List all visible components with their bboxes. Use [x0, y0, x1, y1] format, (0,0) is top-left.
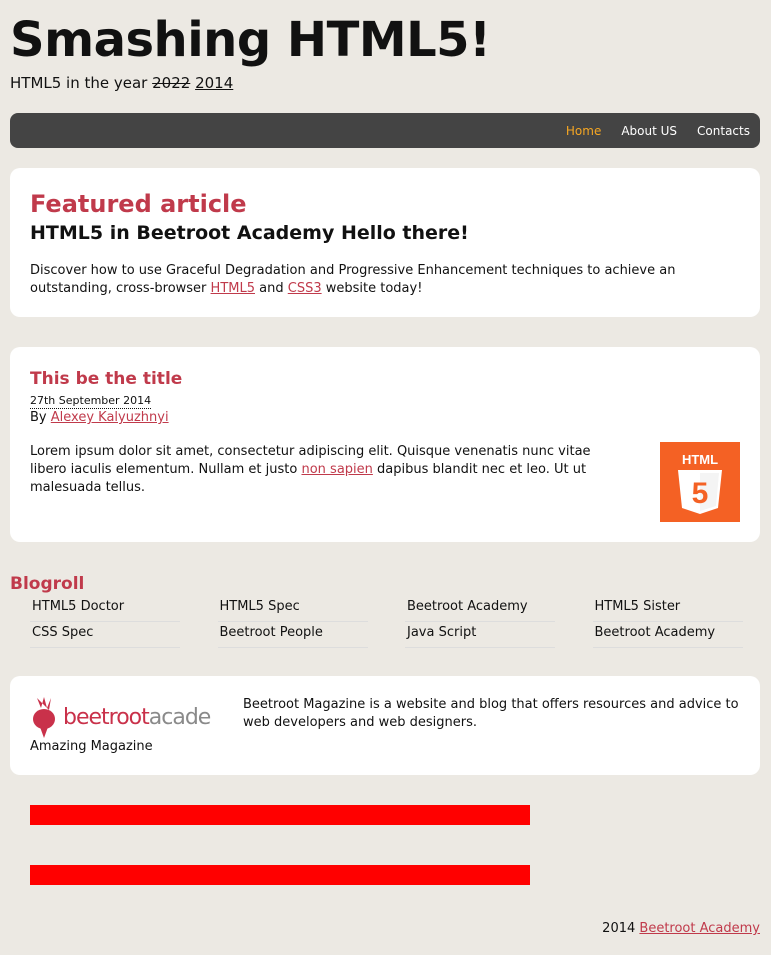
featured-text-and: and	[259, 281, 284, 296]
post-date: 27th September 2014	[30, 394, 152, 409]
logo-text-light: acader	[149, 705, 212, 730]
html5-link[interactable]: HTML5	[211, 281, 255, 296]
about-section: beetrootacader Amazing Magazine Beetroot…	[10, 676, 760, 775]
about-caption: Amazing Magazine	[30, 739, 153, 754]
author-link[interactable]: Alexey Kalyuzhnyi	[51, 410, 169, 425]
html5-logo-digit: 5	[692, 477, 709, 510]
tagline-new-year: 2014	[195, 74, 234, 92]
blogroll-title: Blogroll	[10, 574, 85, 594]
html5-logo-icon: HTML 5	[660, 442, 740, 522]
blogroll-link[interactable]: HTML5 Sister	[592, 596, 743, 622]
blogroll-list: HTML5 Doctor HTML5 Spec Beetroot Academy…	[30, 596, 743, 648]
blogroll-link[interactable]: CSS Spec	[30, 622, 180, 648]
css3-link[interactable]: CSS3	[288, 281, 322, 296]
post-byline: By Alexey Kalyuzhnyi	[30, 409, 740, 427]
post-body: Lorem ipsum dolor sit amet, consectetur …	[30, 443, 620, 497]
tagline-old-year: 2022	[152, 74, 191, 92]
blog-post: This be the title 27th September 2014 By…	[10, 347, 760, 542]
post-title: This be the title	[30, 369, 183, 389]
logo-text-bold: beetroot	[63, 705, 150, 730]
featured-kicker: Featured article	[30, 190, 247, 218]
site-title: Smashing HTML5!	[10, 12, 491, 68]
html5-logo-text: HTML	[682, 452, 718, 467]
blogroll-link[interactable]: HTML5 Spec	[217, 596, 368, 622]
main-nav: Home About US Contacts	[10, 113, 760, 148]
featured-article: Featured article HTML5 in Beetroot Acade…	[10, 168, 760, 317]
non-sapien-link[interactable]: non sapien	[301, 462, 372, 477]
blogroll-link[interactable]: Java Script	[405, 622, 555, 648]
nav-item-home[interactable]: Home	[566, 124, 601, 138]
featured-text: Discover how to use Graceful Degradation…	[30, 262, 740, 298]
red-bar-2	[30, 865, 530, 885]
blogroll-link[interactable]: Beetroot Academy	[405, 596, 555, 622]
footer-year: 2014	[602, 921, 636, 936]
blogroll-link[interactable]: HTML5 Doctor	[30, 596, 180, 622]
tagline-prefix: HTML5 in the year	[10, 74, 148, 92]
footer-link[interactable]: Beetroot Academy	[639, 921, 760, 936]
beetroot-logo: beetrootacader	[30, 694, 221, 738]
tagline: HTML5 in the year 2022 2014	[10, 73, 233, 93]
featured-text-after: website today!	[325, 281, 423, 296]
nav-item-about-us[interactable]: About US	[621, 124, 677, 138]
featured-headline: HTML5 in Beetroot Academy Hello there!	[30, 222, 469, 244]
footer: 2014 Beetroot Academy	[602, 920, 760, 938]
blogroll-link[interactable]: Beetroot Academy	[592, 622, 743, 648]
about-description: Beetroot Magazine is a website and blog …	[243, 697, 739, 730]
svg-text:beetrootacader: beetrootacader	[63, 705, 212, 730]
blogroll-link[interactable]: Beetroot People	[217, 622, 368, 648]
red-bar-1	[30, 805, 530, 825]
beet-icon	[33, 697, 55, 738]
byline-prefix: By	[30, 410, 47, 425]
nav-item-contacts[interactable]: Contacts	[697, 124, 750, 138]
